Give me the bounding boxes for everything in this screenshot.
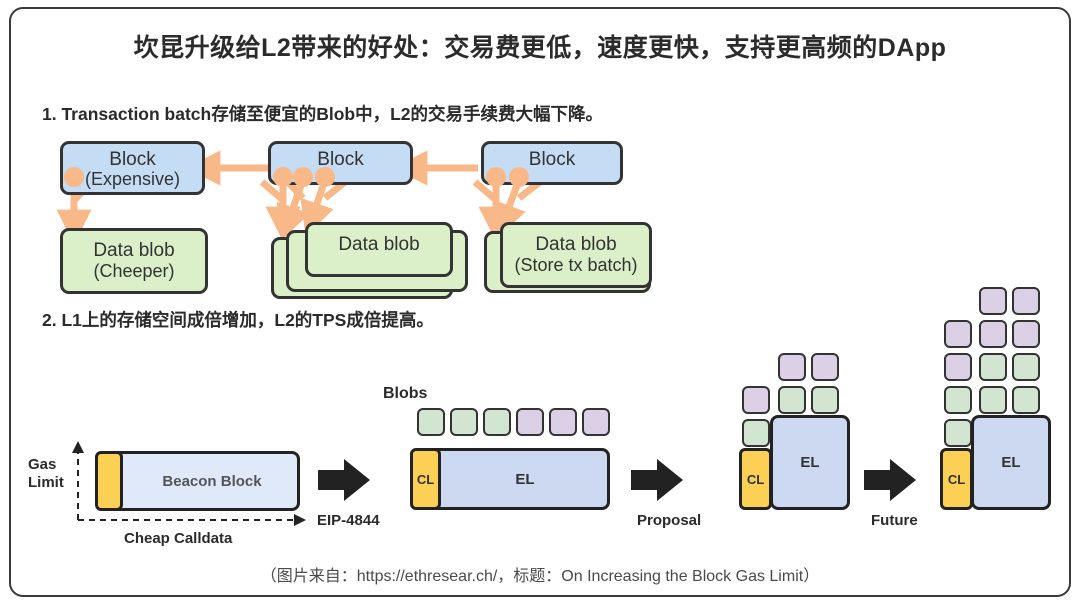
blob-square	[778, 353, 806, 381]
block-dot	[315, 167, 335, 187]
block-dot	[509, 167, 529, 187]
blob-square	[1012, 320, 1040, 348]
block-box-expensive: Block (Expensive)	[60, 141, 205, 195]
beacon-block-label: Beacon Block	[162, 472, 262, 490]
block-dot	[64, 167, 84, 187]
blob-square	[516, 408, 544, 436]
blob-square	[811, 353, 839, 381]
blob-square	[450, 408, 478, 436]
block-dot	[293, 167, 313, 187]
cl-box-future: CL	[940, 448, 973, 510]
blob-square	[1012, 353, 1040, 381]
blob-square	[742, 386, 770, 414]
cl-label: CL	[416, 471, 435, 487]
transition-arrow-future	[864, 459, 916, 501]
transition-label-eip4844: EIP-4844	[317, 512, 380, 529]
el-label: EL	[800, 454, 820, 471]
blob-square	[944, 320, 972, 348]
el-label: EL	[515, 470, 535, 488]
source-caption: （图片来自：https://ethresear.ch/，标题：On Increa…	[260, 568, 820, 585]
section-2-heading: 2. L1上的存储空间成倍增加，L2的TPS成倍提高。	[42, 310, 434, 330]
blob-square	[742, 419, 770, 447]
blob-square	[979, 320, 1007, 348]
axis-label-cheap-calldata: Cheap Calldata	[124, 530, 233, 547]
el-box-proposal: EL	[770, 415, 850, 510]
transition-label-proposal: Proposal	[637, 512, 702, 529]
cl-label: CL	[947, 471, 966, 487]
blob-square	[944, 386, 972, 414]
blob-square	[417, 408, 445, 436]
blob-square	[483, 408, 511, 436]
blob-label: Data blob	[535, 234, 617, 255]
page-title: 坎昆升级给L2带来的好处：交易费更低，速度更快，支持更高频的DApp	[133, 34, 947, 62]
blob-square	[1012, 386, 1040, 414]
el-label: EL	[1001, 454, 1021, 471]
blob-square	[979, 353, 1007, 381]
transition-label-future: Future	[871, 512, 918, 529]
blob-square	[979, 287, 1007, 315]
section-1-heading: 1. Transaction batch存储至便宜的Blob中，L2的交易手续费…	[42, 104, 604, 124]
transition-arrow-proposal	[631, 459, 683, 501]
el-box-future: EL	[971, 415, 1051, 510]
beacon-cl-strip	[95, 451, 123, 511]
data-blob-stack-front: Data blob (Store tx batch)	[500, 222, 652, 288]
axis-label-gas-limit: Gas Limit	[28, 456, 74, 493]
transition-arrow-eip4844	[318, 459, 370, 501]
blob-square	[811, 386, 839, 414]
data-blob-stack-front: Data blob	[305, 222, 453, 277]
blob-label: Data blob	[93, 240, 175, 261]
block-dot	[486, 167, 506, 187]
blob-square	[549, 408, 577, 436]
blob-label: Data blob	[338, 234, 420, 255]
block-sublabel: (Expensive)	[84, 168, 181, 189]
blobs-label: Blobs	[383, 385, 428, 402]
screenshot-root: 坎昆升级给L2带来的好处：交易费更低，速度更快，支持更高频的DApp 1. Tr…	[0, 0, 1080, 605]
blob-square	[944, 353, 972, 381]
blob-square	[582, 408, 610, 436]
cl-box-eip4844: CL	[410, 448, 441, 510]
axis-label-gas: Gas Limit	[28, 456, 64, 492]
cl-box-proposal: CL	[739, 448, 772, 510]
blob-sublabel: (Store tx batch)	[514, 255, 638, 276]
blob-sublabel: (Cheeper)	[93, 261, 175, 282]
blob-square	[1012, 287, 1040, 315]
block-label: Block	[528, 149, 576, 170]
blob-square	[944, 419, 972, 447]
beacon-block-box: Beacon Block	[96, 451, 300, 511]
cl-label: CL	[746, 471, 765, 487]
blob-square	[979, 386, 1007, 414]
block-label: Block	[109, 149, 156, 170]
data-blob-cheeper: Data blob (Cheeper)	[60, 228, 208, 294]
blob-square	[778, 386, 806, 414]
block-dot	[273, 167, 293, 187]
